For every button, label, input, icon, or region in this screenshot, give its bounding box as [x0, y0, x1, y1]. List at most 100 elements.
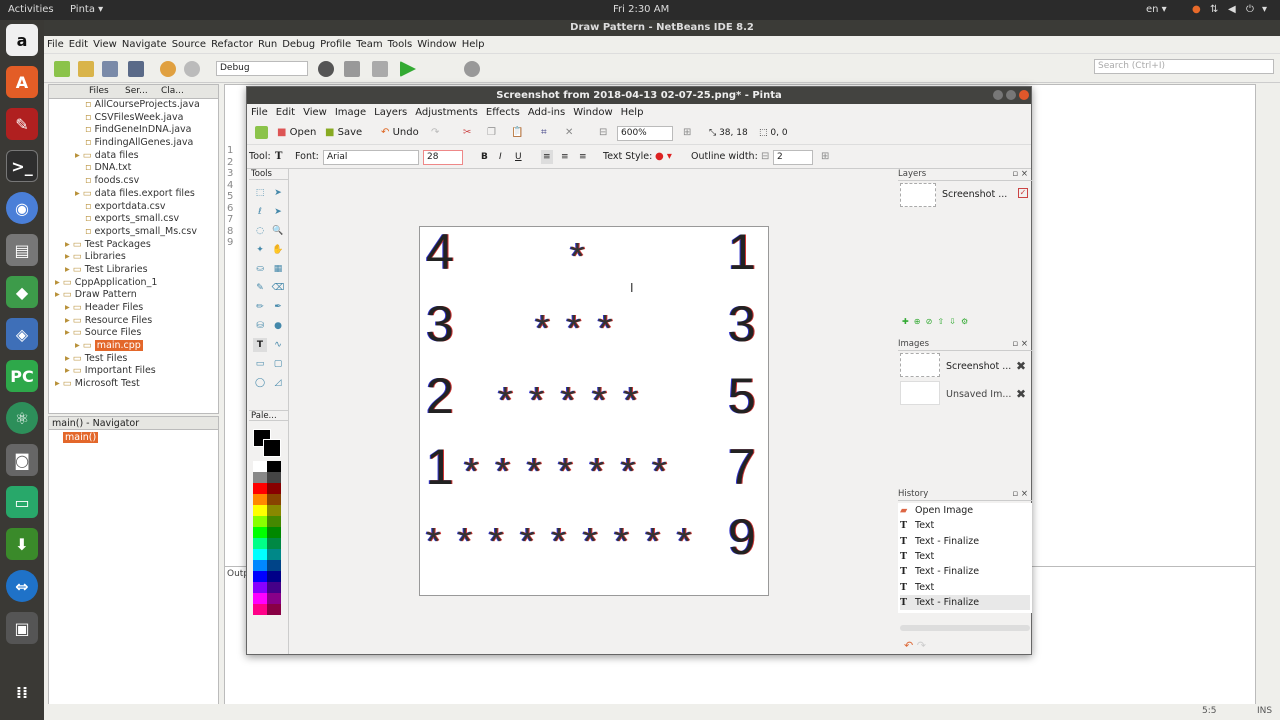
pinta-menu-item[interactable]: View: [299, 104, 331, 118]
pinta-menu-item[interactable]: Image: [331, 104, 370, 118]
nb-menu-item[interactable]: Help: [459, 36, 487, 50]
align-right-button[interactable]: ≡: [579, 150, 587, 164]
rounded-rectangle-icon[interactable]: ▢: [271, 357, 285, 371]
tree-item[interactable]: ▸ ▭ Important Files: [49, 365, 218, 378]
secondary-color[interactable]: [263, 439, 281, 457]
history-item[interactable]: ▰ Open Image: [900, 503, 1030, 518]
close-icon[interactable]: ▫ ×: [1012, 169, 1028, 179]
color-swatch[interactable]: [253, 527, 267, 538]
pinta-menu-item[interactable]: Edit: [272, 104, 299, 118]
font-select[interactable]: Arial: [323, 150, 419, 165]
color-swatch[interactable]: [267, 472, 281, 483]
color-swatch[interactable]: [253, 516, 267, 527]
history-item[interactable]: T Text - Finalize: [900, 594, 1030, 610]
undo-icon[interactable]: [160, 61, 176, 77]
tree-item[interactable]: ▫ CSVFilesWeek.java: [49, 112, 218, 125]
history-item[interactable]: T Text - Finalize: [900, 564, 1030, 579]
webcam-icon[interactable]: ▭: [6, 486, 38, 518]
line-curve-icon[interactable]: ∿: [271, 338, 285, 352]
redo-icon[interactable]: [184, 61, 200, 77]
move-selected-icon[interactable]: ➤: [271, 205, 285, 219]
history-item[interactable]: T Text - Finalize: [900, 534, 1030, 549]
ellipse-icon[interactable]: ◯: [253, 376, 267, 390]
font-size-select[interactable]: 28: [423, 150, 463, 165]
color-swatch[interactable]: [267, 494, 281, 505]
apps-grid-icon[interactable]: ⁞⁞: [6, 676, 38, 708]
deselect-icon[interactable]: ✕: [565, 126, 573, 140]
move-selection-icon[interactable]: ➤: [271, 186, 285, 200]
open-project-icon[interactable]: [102, 61, 118, 77]
vm-icon[interactable]: ▣: [6, 612, 38, 644]
amazon-icon[interactable]: a: [6, 24, 38, 56]
nb-menu-item[interactable]: File: [44, 36, 66, 50]
color-swatch[interactable]: [253, 560, 267, 571]
tree-item[interactable]: ▸ ▭ Libraries: [49, 251, 218, 264]
pinta-menu-item[interactable]: Effects: [482, 104, 524, 118]
tree-item[interactable]: ▫ exports_small.csv: [49, 213, 218, 226]
pan-icon[interactable]: ✋: [271, 243, 285, 257]
chevron-down-icon[interactable]: ▾: [1262, 4, 1267, 15]
bold-button[interactable]: B: [481, 150, 488, 164]
close-icon[interactable]: ✖: [1016, 359, 1026, 373]
color-swatch[interactable]: [267, 549, 281, 560]
color-swatch[interactable]: [253, 538, 267, 549]
color-swatch[interactable]: [267, 538, 281, 549]
rectangle-icon[interactable]: ▭: [253, 357, 267, 371]
gradient-icon[interactable]: ▦: [271, 262, 285, 276]
tab-files[interactable]: Files: [89, 86, 109, 96]
close-button[interactable]: [1019, 90, 1029, 100]
android-studio-icon[interactable]: ◆: [6, 276, 38, 308]
nb-menu-item[interactable]: Debug: [279, 36, 317, 50]
build-icon[interactable]: [318, 61, 334, 77]
align-left-button[interactable]: ≡: [541, 150, 553, 164]
paint-bucket-icon[interactable]: ⛀: [253, 262, 267, 276]
crop-icon[interactable]: ⌗: [541, 126, 547, 140]
tab-services[interactable]: Ser...: [125, 86, 148, 96]
tree-item[interactable]: ▸ ▭ data files: [49, 150, 218, 163]
color-swatch[interactable]: [253, 505, 267, 516]
undo-icon[interactable]: ↶ ↷: [904, 639, 926, 652]
color-swatch[interactable]: [267, 582, 281, 593]
tree-item[interactable]: ▸ ▭ main.cpp: [49, 340, 218, 353]
color-swatch[interactable]: [267, 483, 281, 494]
rectangle-select-icon[interactable]: ⬚: [253, 186, 267, 200]
nb-menu-item[interactable]: Navigate: [119, 36, 169, 50]
tree-item[interactable]: ▫ FindGeneInDNA.java: [49, 124, 218, 137]
terminal-icon[interactable]: >_: [6, 150, 38, 182]
tab-classes[interactable]: Cla...: [161, 86, 184, 96]
text-editor-icon[interactable]: ✎: [6, 108, 38, 140]
close-icon[interactable]: ✖: [1016, 387, 1026, 401]
text-style-select[interactable]: ● ▾: [655, 150, 672, 164]
nb-menu-item[interactable]: Window: [414, 36, 458, 50]
color-swatch[interactable]: [267, 461, 281, 472]
open-button[interactable]: ■ Open: [277, 126, 316, 140]
color-swatch[interactable]: [267, 571, 281, 582]
close-icon[interactable]: ▫ ×: [1012, 339, 1028, 349]
nb-menu-item[interactable]: Tools: [385, 36, 415, 50]
pinta-menu-item[interactable]: Help: [617, 104, 648, 118]
color-swatch[interactable]: [253, 461, 267, 472]
magic-wand-icon[interactable]: ✦: [253, 243, 267, 257]
save-all-icon[interactable]: [128, 61, 144, 77]
history-item[interactable]: T Text: [900, 549, 1030, 564]
pinta-menu-item[interactable]: Layers: [370, 104, 411, 118]
files-icon[interactable]: ▤: [6, 234, 38, 266]
pinta-menu-item[interactable]: Add-ins: [524, 104, 569, 118]
search-input[interactable]: Search (Ctrl+I): [1094, 59, 1274, 74]
paintbrush-icon[interactable]: ✎: [253, 281, 267, 295]
outline-width-select[interactable]: 2: [773, 150, 813, 165]
tree-item[interactable]: ▸ ▭ Microsoft Test: [49, 378, 218, 391]
color-swatch[interactable]: [267, 527, 281, 538]
freeform-shape-icon[interactable]: ◿: [271, 376, 285, 390]
tree-item[interactable]: ▸ ▭ Draw Pattern: [49, 289, 218, 302]
color-swatch[interactable]: [253, 549, 267, 560]
language-indicator[interactable]: en ▾: [1146, 4, 1167, 15]
atom-icon[interactable]: ⚛: [6, 402, 38, 434]
ellipse-select-icon[interactable]: ◌: [253, 224, 267, 238]
tree-item[interactable]: ▸ ▭ Source Files: [49, 327, 218, 340]
pycharm-icon[interactable]: PC: [6, 360, 38, 392]
color-swatch[interactable]: [253, 582, 267, 593]
color-swatch[interactable]: [253, 483, 267, 494]
minimize-button[interactable]: [993, 90, 1003, 100]
color-swatch[interactable]: [253, 472, 267, 483]
